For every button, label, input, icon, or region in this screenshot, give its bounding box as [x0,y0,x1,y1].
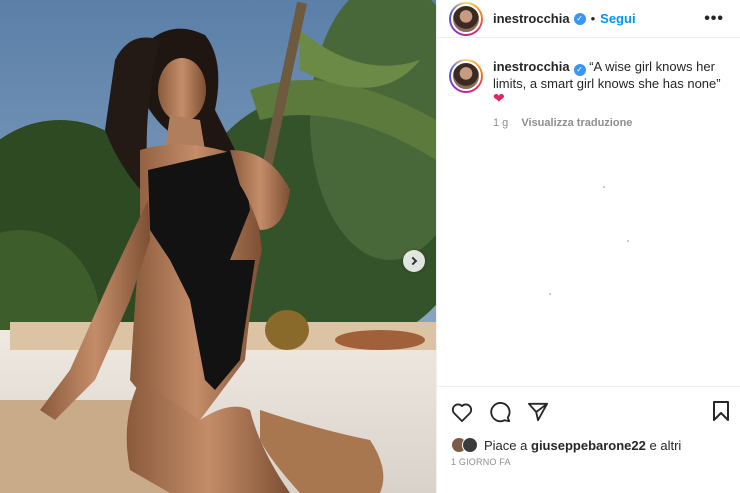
likes-prefix: Piace a [484,437,528,453]
action-section: Piace a giuseppebarone22 e altri 1 GIORN… [437,386,740,493]
post-photo[interactable] [0,0,436,493]
separator-dot: • [590,11,596,26]
caption-avatar-image [451,61,481,91]
loading-dot [603,186,605,188]
see-translation-link[interactable]: Visualizza traduzione [521,117,632,129]
action-bar [437,387,740,425]
liker-username[interactable]: giuseppebarone22 [531,438,646,453]
caption-avatar[interactable] [449,59,483,93]
heart-icon[interactable] [451,402,473,422]
bookmark-icon[interactable] [712,401,730,421]
caption-verified-badge-icon: ✓ [573,64,586,76]
red-heart-emoji: ❤ [493,90,505,106]
likes-text: Piace a giuseppebarone22 e altri [484,438,681,453]
follow-button[interactable]: Segui [600,11,635,26]
caption-block: inestrocchia ✓ “A wise girl knows her lim… [437,38,740,131]
photo-illustration [0,0,436,493]
caption-time[interactable]: 1 g [493,117,508,129]
caption-text-block: inestrocchia ✓ “A wise girl knows her lim… [493,59,723,131]
likes-suffix[interactable]: e altri [650,438,682,453]
avatar-image [451,3,481,34]
avatar[interactable] [449,1,483,36]
post-date[interactable]: 1 GIORNO FA [437,453,740,471]
caption-username[interactable]: inestrocchia [493,59,570,74]
instagram-post: inestrocchia ✓ • Segui ••• inestrocchia ✓… [0,0,740,493]
post-sidebar: inestrocchia ✓ • Segui ••• inestrocchia ✓… [436,0,740,493]
next-photo-button[interactable] [403,250,425,272]
caption-meta: 1 g Visualizza traduzione [493,116,723,131]
author-username[interactable]: inestrocchia [493,11,570,26]
comment-icon[interactable] [489,401,511,423]
verified-badge-icon: ✓ [573,12,586,25]
post-header: inestrocchia ✓ • Segui ••• [437,0,740,38]
likes-row: Piace a giuseppebarone22 e altri [437,425,740,453]
loading-dot [627,240,629,242]
loading-dot [549,293,551,295]
chevron-right-icon [408,256,418,266]
send-icon[interactable] [527,402,549,422]
more-options-icon[interactable]: ••• [704,10,724,28]
liker-avatar [462,437,478,453]
